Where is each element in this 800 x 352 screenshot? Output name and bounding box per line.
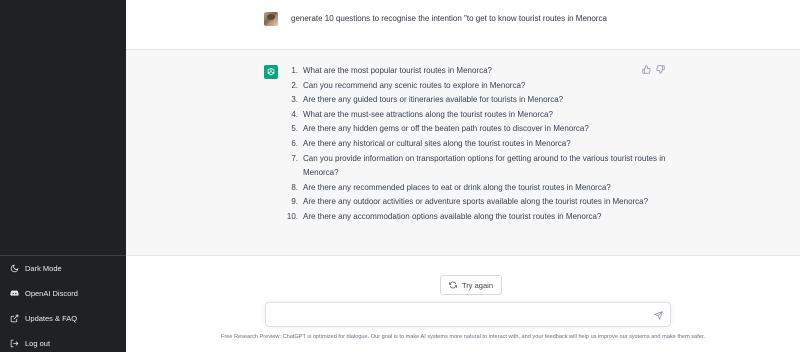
assistant-message: 1. What are the most popular tourist rout…	[126, 50, 800, 256]
chat-main: generate 10 questions to recognise the i…	[126, 0, 800, 352]
sidebar-item-updates-faq[interactable]: Updates & FAQ	[0, 306, 126, 330]
list-item: 4. What are the must-see attractions alon…	[291, 109, 553, 119]
sidebar-item-label: Log out	[25, 338, 51, 348]
list-item: 3. Are there any guided tours or itinerar…	[291, 95, 564, 105]
sidebar-item-dark-mode[interactable]: Dark Mode	[0, 256, 126, 280]
message-input[interactable]	[274, 308, 644, 322]
thumbs-down-icon[interactable]	[656, 65, 665, 74]
user-avatar	[264, 12, 278, 26]
sidebar-item-label: Dark Mode	[25, 263, 62, 273]
answer-list: 1. What are the most popular tourist rout…	[286, 64, 666, 225]
sidebar-item-label: OpenAI Discord	[25, 288, 78, 298]
try-again-label: Try again	[462, 280, 493, 290]
list-item: 10. Are there any accommodation options a…	[286, 211, 602, 221]
footer-disclaimer: Free Research Preview: ChatGPT is optimi…	[221, 334, 705, 340]
feedback-buttons	[642, 65, 665, 74]
list-item: 2. Can you recommend any scenic routes to…	[291, 80, 526, 90]
sidebar-item-openai-discord[interactable]: OpenAI Discord	[0, 281, 126, 305]
logout-icon	[9, 338, 19, 348]
list-item: 6. Are there any historical or cultural s…	[291, 138, 571, 148]
list-item: 1. What are the most popular tourist rout…	[291, 66, 492, 75]
sidebar: Dark Mode OpenAI Discord Updates & FAQ L…	[0, 0, 126, 352]
list-item: 9. Are there any outdoor activities or ad…	[291, 197, 649, 207]
list-item: 5. Are there any hidden gems or off the b…	[291, 124, 589, 134]
list-item: 8. Are there any recommended places to ea…	[291, 182, 611, 192]
sidebar-item-log-out[interactable]: Log out	[0, 331, 126, 352]
openai-logo-icon	[264, 65, 278, 79]
user-message-text: generate 10 questions to recognise the i…	[291, 14, 607, 23]
external-link-icon	[9, 313, 19, 323]
try-again-button[interactable]: Try again	[440, 275, 502, 295]
moon-icon	[9, 263, 19, 273]
message-composer	[265, 302, 671, 327]
list-item: 7. Can you provide information on transpo…	[291, 153, 666, 178]
refresh-icon	[449, 281, 457, 289]
discord-icon	[9, 288, 19, 298]
thumbs-up-icon[interactable]	[642, 65, 651, 74]
sidebar-item-label: Updates & FAQ	[25, 313, 78, 323]
user-message: generate 10 questions to recognise the i…	[126, 0, 800, 50]
send-icon[interactable]	[654, 311, 663, 320]
